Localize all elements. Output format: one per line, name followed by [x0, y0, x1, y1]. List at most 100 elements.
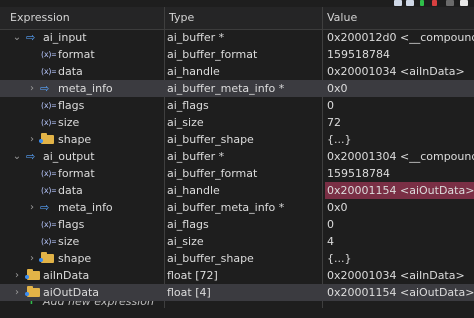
field-icon: (x)=: [40, 237, 56, 246]
tree-row-ai-output[interactable]: ⌄ ⇨ ai_output ai_buffer * 0x20001304 <__…: [0, 148, 474, 165]
field-icon: (x)=: [40, 101, 56, 110]
value-cell[interactable]: {...}: [325, 131, 474, 148]
type-cell: ai_buffer *: [167, 150, 225, 163]
type-cell: float [4]: [167, 286, 211, 299]
field-icon: (x)=: [40, 169, 56, 178]
value-cell[interactable]: {...}: [325, 250, 474, 267]
type-cell: ai_buffer_shape: [167, 133, 254, 146]
value-cell[interactable]: 0x0: [325, 199, 474, 216]
expression-name: aiOutData: [43, 286, 100, 299]
array-folder-icon: [25, 269, 40, 280]
field-name: size: [58, 235, 80, 248]
toolbar-button-icon[interactable]: [394, 0, 402, 6]
field-icon: (x)=: [40, 186, 56, 195]
field-icon: (x)=: [40, 50, 56, 59]
tree-row-ai-input[interactable]: ⌄ ⇨ ai_input ai_buffer * 0x200012d0 <__c…: [0, 29, 474, 46]
value-cell[interactable]: 159518784: [325, 165, 474, 182]
field-icon: (x)=: [40, 220, 56, 229]
value-cell[interactable]: 0x20001304 <__compound_...: [325, 148, 474, 165]
type-cell: ai_size: [167, 116, 204, 129]
tree-row-shape[interactable]: › shape ai_buffer_shape {...}: [0, 131, 474, 148]
field-name: flags: [58, 99, 85, 112]
chevron-right-icon[interactable]: ›: [27, 199, 37, 216]
tree-row-shape[interactable]: › shape ai_buffer_shape {...}: [0, 250, 474, 267]
pointer-struct-icon: ⇨: [40, 82, 50, 95]
pointer-struct-icon: ⇨: [26, 31, 36, 44]
field-name: meta_info: [58, 201, 113, 214]
field-name: format: [58, 48, 95, 61]
value-cell[interactable]: 159518784: [325, 46, 474, 63]
field-name: flags: [58, 218, 85, 231]
field-icon: (x)=: [40, 67, 56, 76]
type-cell: ai_buffer_meta_info *: [167, 201, 285, 214]
value-cell[interactable]: 4: [325, 233, 474, 250]
type-cell: ai_buffer *: [167, 31, 225, 44]
tree-row-field-changed[interactable]: (x)= data ai_handle 0x20001154 <aiOutDat…: [0, 182, 474, 199]
field-name: meta_info: [58, 82, 113, 95]
tree-row-meta-info-selected[interactable]: › ⇨ meta_info ai_buffer_meta_info * 0x0: [0, 80, 474, 97]
array-folder-icon: [39, 133, 54, 144]
tree-row-field[interactable]: (x)= format ai_buffer_format 159518784: [0, 46, 474, 63]
field-name: format: [58, 167, 95, 180]
field-name: shape: [58, 252, 92, 265]
toolbar: [390, 0, 474, 7]
type-cell: ai_buffer_meta_info *: [167, 82, 285, 95]
tree-row-field[interactable]: (x)= size ai_size 4: [0, 233, 474, 250]
type-cell: ai_buffer_format: [167, 48, 258, 61]
type-cell: ai_buffer_format: [167, 167, 258, 180]
array-folder-icon: [25, 286, 40, 297]
add-toolbar-icon[interactable]: [420, 0, 424, 6]
expression-column-header[interactable]: Expression: [10, 11, 70, 24]
value-cell[interactable]: 0x20001034 <aiInData>: [325, 267, 474, 284]
chevron-right-icon[interactable]: ›: [12, 284, 22, 301]
add-new-expression-label[interactable]: Add new expression: [43, 301, 154, 310]
tree-row-field[interactable]: (x)= data ai_handle 0x20001034 <aiInData…: [0, 63, 474, 80]
type-cell: ai_size: [167, 235, 204, 248]
toolbar-button-icon[interactable]: [446, 0, 454, 6]
expression-name: ai_input: [43, 31, 87, 44]
type-cell: ai_flags: [167, 99, 209, 112]
value-cell[interactable]: 0x0: [325, 80, 474, 97]
field-icon: (x)=: [40, 118, 56, 127]
chevron-right-icon[interactable]: ›: [27, 131, 37, 148]
tree-row-field[interactable]: (x)= format ai_buffer_format 159518784: [0, 165, 474, 182]
chevron-right-icon[interactable]: ›: [27, 250, 37, 267]
value-cell-changed[interactable]: 0x20001154 <aiOutData>: [325, 182, 474, 199]
type-cell: ai_handle: [167, 65, 220, 78]
value-cell[interactable]: 0x20001034 <aiInData>: [325, 63, 474, 80]
tree-row-field[interactable]: (x)= size ai_size 72: [0, 114, 474, 131]
chevron-right-icon[interactable]: ›: [12, 267, 22, 284]
type-cell: ai_handle: [167, 184, 220, 197]
value-column-header[interactable]: Value: [327, 11, 357, 24]
chevron-down-icon[interactable]: ⌄: [12, 29, 22, 46]
type-cell: float [72]: [167, 269, 218, 282]
add-new-expression-row[interactable]: + Add new expression: [0, 301, 474, 308]
expression-name: ai_output: [43, 150, 95, 163]
pointer-struct-icon: ⇨: [26, 150, 36, 163]
tree-row-meta-info[interactable]: › ⇨ meta_info ai_buffer_meta_info * 0x0: [0, 199, 474, 216]
value-cell[interactable]: 0x200012d0 <__compound_...: [325, 29, 474, 46]
tree-row-aiindata[interactable]: › aiInData float [72] 0x20001034 <aiInDa…: [0, 267, 474, 284]
expressions-panel: Expression Type Value ⌄ ⇨ ai_input ai_bu…: [0, 0, 474, 308]
type-cell: ai_buffer_shape: [167, 252, 254, 265]
toolbar-button-icon[interactable]: [406, 0, 414, 6]
chevron-right-icon[interactable]: ›: [27, 80, 37, 97]
field-name: size: [58, 116, 80, 129]
value-cell[interactable]: 0x20001154 <aiOutData>: [325, 284, 474, 301]
chevron-down-icon[interactable]: ⌄: [12, 148, 22, 165]
pointer-struct-icon: ⇨: [40, 201, 50, 214]
type-column-header[interactable]: Type: [169, 11, 194, 24]
field-name: data: [58, 184, 83, 197]
add-plus-icon[interactable]: +: [26, 301, 38, 307]
tree-row-field[interactable]: (x)= flags ai_flags 0: [0, 97, 474, 114]
tree-row-aioutdata-selected[interactable]: › aiOutData float [4] 0x20001154 <aiOutD…: [0, 284, 474, 301]
value-cell[interactable]: 72: [325, 114, 474, 131]
tree-row-field[interactable]: (x)= flags ai_flags 0: [0, 216, 474, 233]
type-cell: ai_flags: [167, 218, 209, 231]
field-name: shape: [58, 133, 92, 146]
value-cell[interactable]: 0: [325, 97, 474, 114]
value-cell[interactable]: 0: [325, 216, 474, 233]
remove-toolbar-icon[interactable]: [432, 0, 437, 6]
toolbar-button-icon[interactable]: [460, 0, 468, 6]
field-name: data: [58, 65, 83, 78]
